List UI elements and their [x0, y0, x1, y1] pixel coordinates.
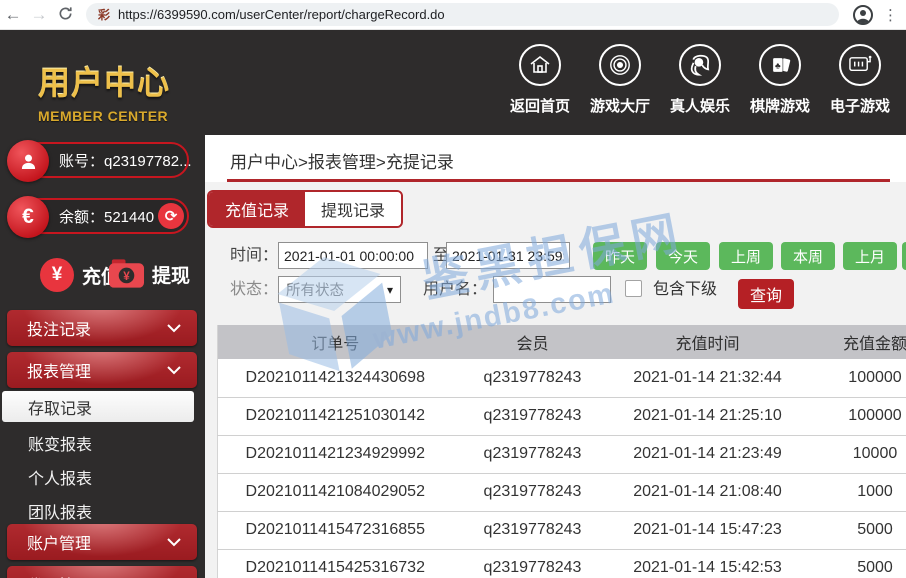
- sidebar-item-personal-report[interactable]: 个人报表: [0, 464, 205, 490]
- sidebar: 账号：q23197782... € 余额：521440 ⟳ ¥ 充值 ¥ 提现: [0, 135, 205, 578]
- sidebar-item-bet-records[interactable]: 投注记录: [7, 310, 197, 346]
- wallet-icon: ¥: [108, 258, 145, 290]
- sidebar-item-agent-mgmt[interactable]: 代理管理: [7, 566, 197, 578]
- breadcrumb: 用户中心>报表管理>充提记录: [230, 148, 454, 173]
- table-row: D2021011415425316732q2319778243 2021-01-…: [218, 549, 906, 578]
- quick-today-button[interactable]: 今天: [656, 242, 710, 270]
- table-header-row: 订单号 会员 充值时间 充值金额: [218, 325, 906, 359]
- username-input[interactable]: [493, 276, 611, 303]
- table-body: D2021011421324430698q2319778243 2021-01-…: [218, 359, 906, 578]
- search-button[interactable]: 查询: [738, 279, 794, 309]
- sidebar-item-deposit-withdraw-records[interactable]: 存取记录: [2, 391, 194, 422]
- site-favicon: 彩: [98, 6, 110, 23]
- include-sub-checkbox[interactable]: [625, 280, 642, 297]
- logo-title: 用户中心: [38, 58, 170, 104]
- svg-text:♣: ♣: [774, 60, 780, 70]
- time-from-input[interactable]: [278, 242, 428, 269]
- quick-this-week-button[interactable]: 本周: [781, 242, 835, 270]
- browser-forward-icon[interactable]: →: [26, 0, 52, 30]
- quick-last-week-button[interactable]: 上周: [719, 242, 773, 270]
- nav-item-game-hall[interactable]: 8 游戏大厅: [580, 44, 660, 116]
- chevron-down-icon: [167, 324, 181, 333]
- col-charge-time: 充值时间: [613, 325, 803, 359]
- top-nav: 返回首页 8 游戏大厅: [500, 44, 900, 116]
- time-label: 时间：: [230, 242, 278, 270]
- account-pill: 账号：q23197782...: [8, 142, 189, 178]
- logo-subtitle: MEMBER CENTER: [38, 108, 170, 124]
- balance-label: 余额：521440: [59, 206, 154, 227]
- quick-this-month-button[interactable]: [902, 242, 906, 270]
- nav-item-board-games[interactable]: ♣ 棋牌游戏: [740, 44, 820, 116]
- table-row: D2021011421084029052q2319778243 2021-01-…: [218, 473, 906, 511]
- time-to-input[interactable]: [446, 242, 570, 269]
- withdraw-button[interactable]: ¥ 提现: [108, 258, 190, 290]
- home-icon: [519, 44, 561, 86]
- browser-reload-icon[interactable]: [52, 6, 78, 26]
- live-dealer-icon: [679, 44, 721, 86]
- account-label: 账号：q23197782...: [59, 150, 192, 171]
- refresh-balance-icon[interactable]: ⟳: [158, 203, 184, 229]
- screen: ← → 彩 https://6399590.com/userCenter/rep…: [0, 0, 906, 578]
- yen-icon: ¥: [40, 258, 74, 292]
- tab-deposit-records[interactable]: 充值记录: [209, 192, 305, 226]
- col-charge-amount: 充值金额: [803, 325, 906, 359]
- nav-item-home[interactable]: 返回首页: [500, 44, 580, 116]
- table-row: D2021011415472316855q2319778243 2021-01-…: [218, 511, 906, 549]
- record-tabs: 充值记录 提现记录: [207, 190, 403, 228]
- quick-yesterday-button[interactable]: 昨天: [593, 242, 647, 270]
- browser-toolbar: ← → 彩 https://6399590.com/userCenter/rep…: [0, 0, 906, 30]
- browser-profile-icon[interactable]: [853, 5, 873, 25]
- col-order-no: 订单号: [218, 325, 453, 359]
- nav-item-slots[interactable]: 电子游戏: [820, 44, 900, 116]
- status-label: 状态：: [230, 276, 278, 304]
- logo: 用户中心 MEMBER CENTER: [38, 58, 170, 124]
- svg-text:8: 8: [619, 63, 622, 69]
- svg-text:¥: ¥: [123, 270, 130, 283]
- nav-item-live-casino[interactable]: 真人娱乐: [660, 44, 740, 116]
- balance-pill: € 余额：521440 ⟳: [8, 198, 189, 234]
- chevron-down-icon: [167, 366, 181, 375]
- browser-back-icon[interactable]: ←: [0, 0, 26, 30]
- chevron-down-icon: [167, 538, 181, 547]
- sidebar-item-account-mgmt[interactable]: 账户管理: [7, 524, 197, 560]
- poker-cards-icon: ♣: [759, 44, 801, 86]
- table-row: D2021011421234929992q2319778243 2021-01-…: [218, 435, 906, 473]
- euro-icon: €: [7, 196, 49, 238]
- user-icon: [7, 140, 49, 182]
- username-label: 用户名：: [423, 276, 487, 304]
- table-row: D2021011421324430698q2319778243 2021-01-…: [218, 359, 906, 397]
- col-member: 会员: [453, 325, 613, 359]
- include-sub-label: 包含下级: [653, 276, 717, 304]
- eight-ball-icon: 8: [599, 44, 641, 86]
- select-chevron-icon: ▾: [387, 283, 393, 297]
- main-content: 用户中心>报表管理>充提记录 充值记录 提现记录 时间： 至 昨天 今天 上周 …: [205, 135, 906, 578]
- app-header: 用户中心 MEMBER CENTER 返回首页 8: [0, 30, 906, 135]
- tab-withdraw-records[interactable]: 提现记录: [305, 192, 401, 226]
- table-row: D2021011421251030142q2319778243 2021-01-…: [218, 397, 906, 435]
- status-select[interactable]: 所有状态 ▾: [278, 276, 401, 303]
- address-bar[interactable]: 彩 https://6399590.com/userCenter/report/…: [86, 3, 839, 26]
- sidebar-item-report-mgmt[interactable]: 报表管理: [7, 352, 197, 388]
- sidebar-item-team-report[interactable]: 团队报表: [0, 498, 205, 524]
- records-table: 订单号 会员 充值时间 充值金额 D2021011421324430698q23…: [217, 325, 906, 578]
- browser-menu-icon[interactable]: ⋮: [883, 6, 898, 24]
- url-text: https://6399590.com/userCenter/report/ch…: [118, 7, 445, 22]
- slot-machine-icon: [839, 44, 881, 86]
- quick-last-month-button[interactable]: 上月: [843, 242, 897, 270]
- sidebar-item-account-change-report[interactable]: 账变报表: [0, 430, 205, 456]
